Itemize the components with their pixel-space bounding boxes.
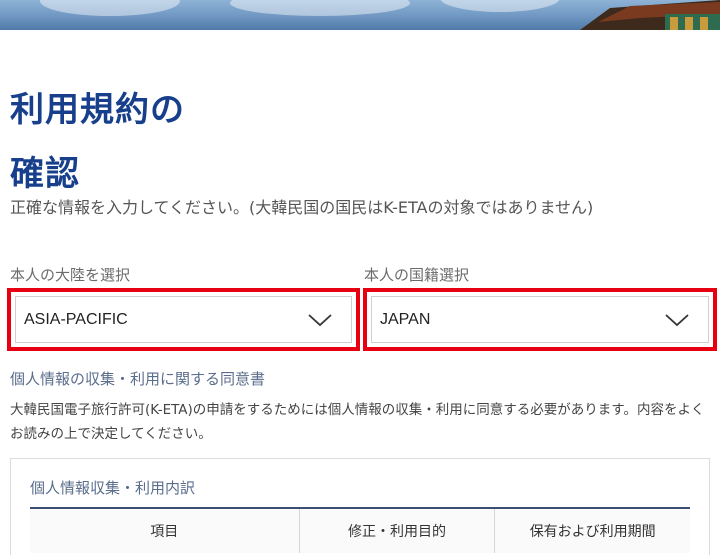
column-header: 修正・利用目的 bbox=[299, 507, 496, 553]
nationality-value: JAPAN bbox=[380, 310, 431, 328]
column-header: 項目 bbox=[30, 507, 300, 553]
details-table: 項目 修正・利用目的 保有および利用期間 bbox=[30, 507, 690, 553]
chevron-down-icon bbox=[665, 314, 689, 327]
chevron-down-icon bbox=[308, 314, 332, 327]
pagoda-roof-icon bbox=[580, 0, 720, 30]
header-banner-image bbox=[0, 0, 720, 30]
intro-text: 正確な情報を入力してください。(大韓民国の国民はK-ETAの対象ではありません) bbox=[10, 198, 594, 217]
details-panel: 個人情報収集・利用内訳 項目 修正・利用目的 保有および利用期間 bbox=[10, 458, 710, 555]
table-header-row: 項目 修正・利用目的 保有および利用期間 bbox=[30, 507, 690, 553]
column-header: 保有および利用期間 bbox=[494, 507, 690, 553]
consent-text: 大韓民国電子旅行許可(K-ETA)の申請をするためには個人情報の収集・利用に同意… bbox=[10, 402, 705, 442]
continent-highlight: ASIA-PACIFIC bbox=[7, 288, 360, 351]
page-title-line-1: 利用規約の bbox=[10, 90, 185, 130]
continent-value: ASIA-PACIFIC bbox=[24, 310, 128, 328]
nationality-label: 本人の国籍選択 bbox=[364, 266, 470, 284]
continent-label: 本人の大陸を選択 bbox=[10, 266, 131, 284]
page-title: 利用規約の 確認 bbox=[10, 78, 185, 206]
details-title: 個人情報収集・利用内訳 bbox=[30, 479, 196, 497]
consent-heading: 個人情報の収集・利用に関する同意書 bbox=[10, 370, 266, 388]
nationality-highlight: JAPAN bbox=[363, 288, 717, 351]
page: 利用規約の 確認 正確な情報を入力してください。(大韓民国の国民はK-ETAの対… bbox=[0, 0, 720, 555]
nationality-select[interactable]: JAPAN bbox=[371, 296, 709, 343]
continent-select[interactable]: ASIA-PACIFIC bbox=[15, 296, 352, 343]
